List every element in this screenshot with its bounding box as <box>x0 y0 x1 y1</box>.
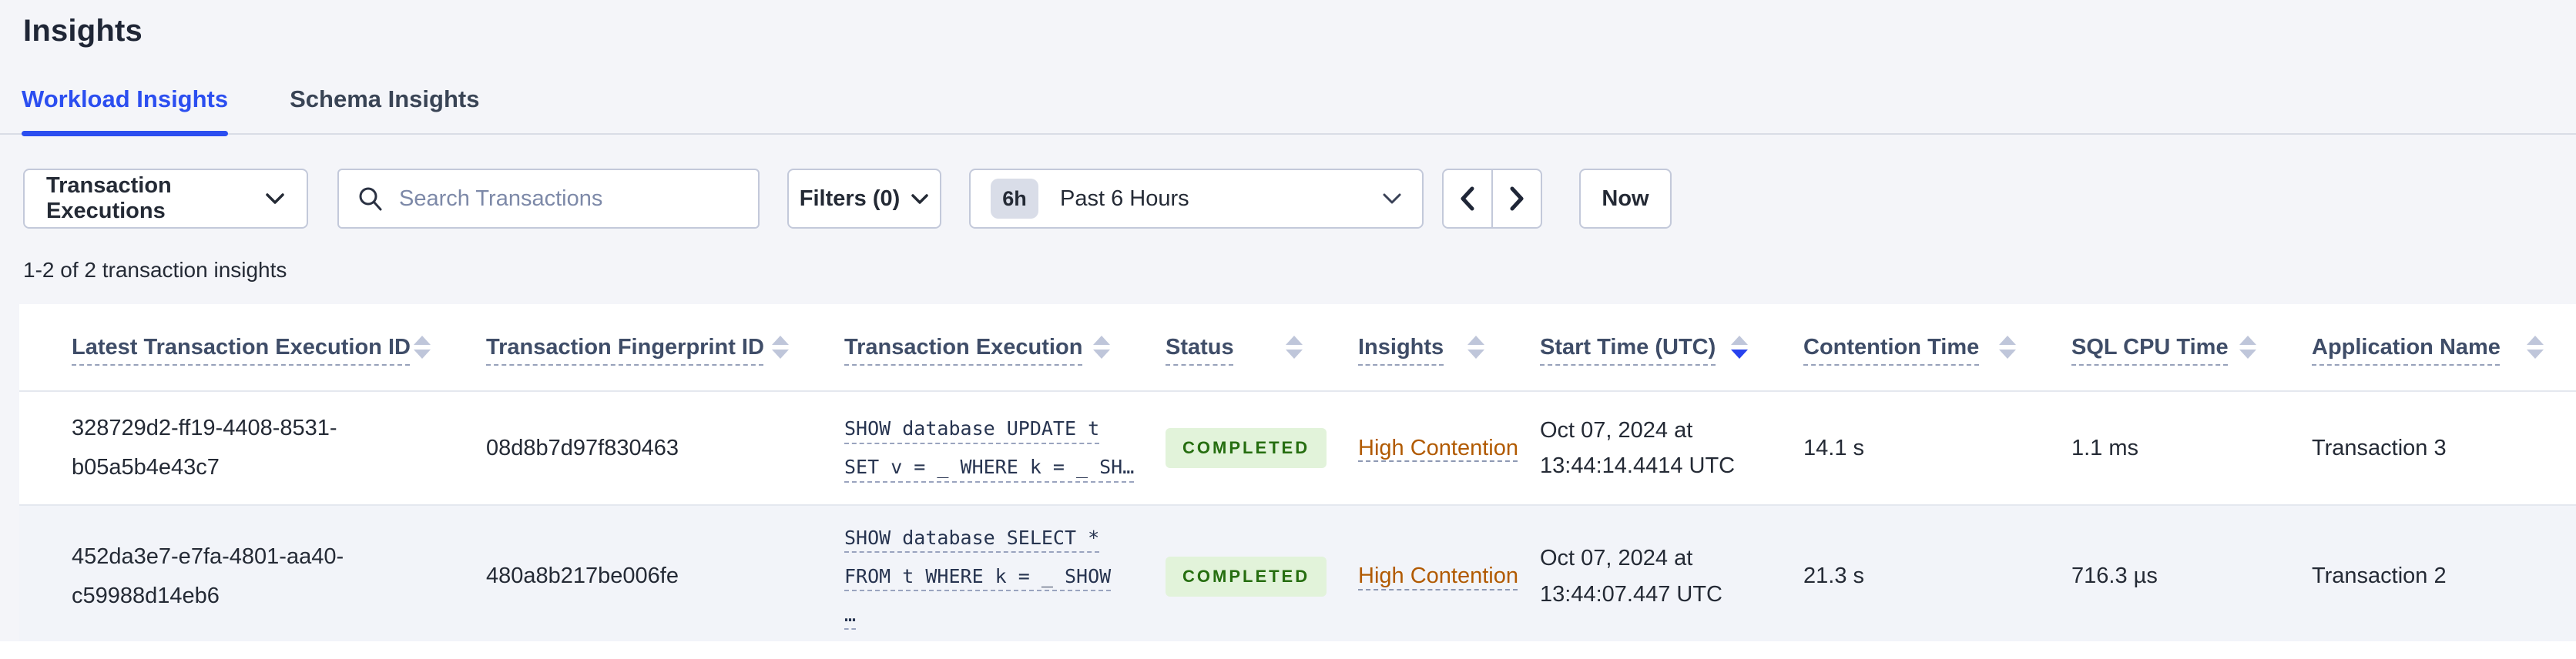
insights-link[interactable]: High Contention <box>1358 564 1518 588</box>
search-input[interactable] <box>399 186 723 212</box>
tab-schema-insights[interactable]: Schema Insights <box>290 85 479 133</box>
insights-page: Insights Workload Insights Schema Insigh… <box>0 0 2576 641</box>
chevron-left-icon <box>1457 185 1478 212</box>
column-header-transaction-fingerprint-id[interactable]: Transaction Fingerprint ID <box>486 334 844 360</box>
latest-transaction-execution-id: 452da3e7-e7fa-4801-aa40-c59988d14eb6 <box>72 544 344 608</box>
transaction-execution-link[interactable]: SHOW database SELECT * FROM t WHERE k = … <box>844 508 1111 642</box>
sort-icon[interactable] <box>1284 334 1304 360</box>
column-header-contention-time[interactable]: Contention Time <box>1803 334 2071 360</box>
previous-time-range-button[interactable] <box>1442 169 1493 229</box>
chevron-down-icon <box>1382 192 1402 206</box>
chevron-down-icon <box>265 192 285 206</box>
tab-bar: Workload Insights Schema Insights <box>0 85 2576 136</box>
column-header-sql-cpu-time[interactable]: SQL CPU Time <box>2071 334 2312 360</box>
sort-icon[interactable] <box>1092 334 1112 360</box>
sort-icon-active-desc[interactable] <box>1729 334 1749 360</box>
column-header-insights[interactable]: Insights <box>1358 334 1540 360</box>
chevron-right-icon <box>1507 185 1527 212</box>
toolbar: Transaction Executions Filters (0) 6h Pa… <box>23 169 2553 229</box>
status-badge: COMPLETED <box>1166 556 1327 597</box>
latest-transaction-execution-id: 328729d2-ff19-4408-8531-b05a5b4e43c7 <box>72 416 337 480</box>
status-badge: COMPLETED <box>1166 428 1327 468</box>
tab-workload-insights[interactable]: Workload Insights <box>22 85 229 136</box>
chevron-down-icon <box>911 192 929 206</box>
sort-icon[interactable] <box>1466 334 1486 360</box>
column-header-start-time-sorted-desc[interactable]: Start Time (UTC) <box>1540 334 1803 360</box>
filters-label: Filters (0) <box>799 186 901 211</box>
results-summary: 1-2 of 2 transaction insights <box>23 258 287 282</box>
column-header-latest-transaction-execution-id[interactable]: Latest Transaction Execution ID <box>72 334 486 360</box>
search-box[interactable] <box>337 169 760 229</box>
contention-time: 21.3 s <box>1803 564 1864 588</box>
filters-dropdown[interactable]: Filters (0) <box>787 169 941 229</box>
insights-link[interactable]: High Contention <box>1358 436 1518 460</box>
transaction-fingerprint-id: 08d8b7d97f830463 <box>486 435 679 460</box>
sort-icon[interactable] <box>1997 334 2018 360</box>
now-button[interactable]: Now <box>1579 169 1672 229</box>
start-time: Oct 07, 2024 at 13:44:07.447 UTC <box>1540 546 1722 607</box>
insights-table: Latest Transaction Execution ID Transact… <box>19 304 2576 641</box>
sort-icon[interactable] <box>2238 334 2258 360</box>
sort-icon[interactable] <box>770 334 790 360</box>
start-time: Oct 07, 2024 at 13:44:14.4414 UTC <box>1540 417 1736 478</box>
insight-type-dropdown[interactable]: Transaction Executions <box>23 169 308 229</box>
table-row: 452da3e7-e7fa-4801-aa40-c59988d14eb6 480… <box>19 504 2576 641</box>
transaction-execution-link[interactable]: SHOW database UPDATE t SET v = _ WHERE k… <box>844 399 1134 497</box>
time-range-pager <box>1442 169 1542 229</box>
page-bottom-area <box>0 641 2576 659</box>
sql-cpu-time: 1.1 ms <box>2071 435 2139 460</box>
transaction-fingerprint-id: 480a8b217be006fe <box>486 564 679 588</box>
time-range-badge: 6h <box>991 179 1038 219</box>
table-row: 328729d2-ff19-4408-8531-b05a5b4e43c7 08d… <box>19 392 2576 504</box>
time-range-label: Past 6 Hours <box>1060 186 1189 211</box>
sort-icon[interactable] <box>2525 334 2545 360</box>
table-header-row: Latest Transaction Execution ID Transact… <box>19 304 2576 392</box>
column-header-status[interactable]: Status <box>1166 334 1358 360</box>
insight-type-dropdown-value: Transaction Executions <box>46 173 172 223</box>
column-header-application-name[interactable]: Application Name <box>2312 334 2576 360</box>
application-name: Transaction 2 <box>2312 564 2447 588</box>
application-name: Transaction 3 <box>2312 435 2447 460</box>
page-title: Insights <box>23 14 143 48</box>
next-time-range-button[interactable] <box>1491 169 1542 229</box>
search-icon <box>357 186 384 212</box>
column-header-transaction-execution[interactable]: Transaction Execution <box>844 334 1166 360</box>
time-range-picker[interactable]: 6h Past 6 Hours <box>969 169 1424 229</box>
sql-cpu-time: 716.3 µs <box>2071 564 2158 588</box>
sort-icon[interactable] <box>412 334 432 360</box>
contention-time: 14.1 s <box>1803 435 1864 460</box>
